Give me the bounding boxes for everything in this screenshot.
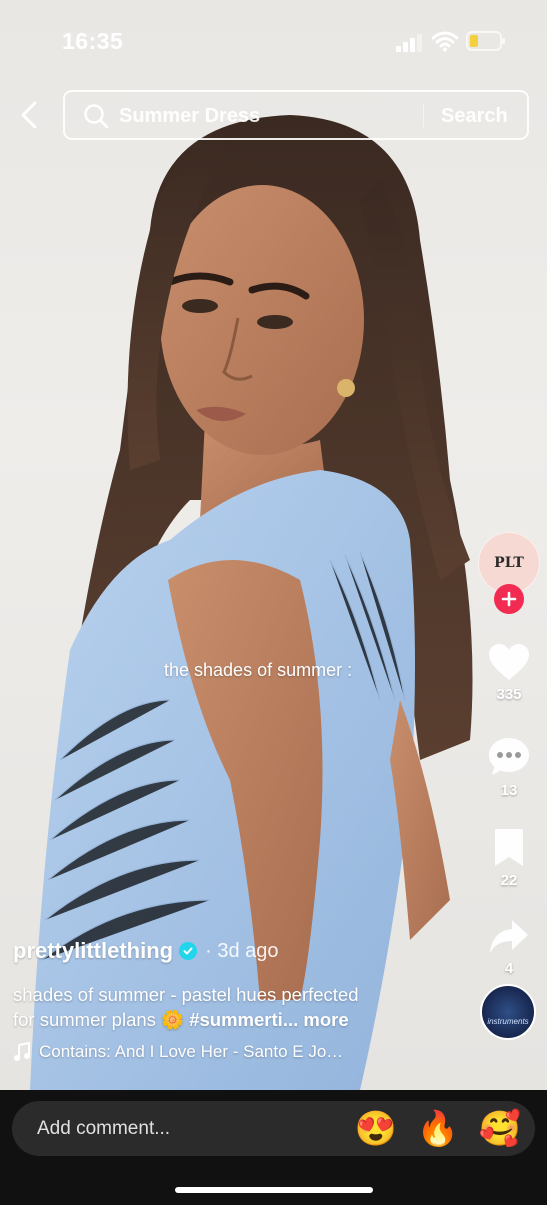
caption-line-1: shades of summer - pastel hues perfected [13,984,359,1005]
like-count: 335 [496,686,522,703]
music-disc[interactable]: instruments [480,984,536,1040]
hashtag-link[interactable]: #summerti [189,1009,283,1030]
comment-button[interactable]: 13 [484,736,534,799]
video-caption: prettylittlething · 3d ago shades of sum… [13,938,473,1062]
search-bar[interactable]: Summer Dress Search [63,90,529,140]
share-button[interactable]: 4 [484,918,534,977]
search-button[interactable]: Search [441,105,508,128]
heart-icon [489,644,529,680]
share-arrow-icon [490,920,528,953]
brand-logo: PLT [494,555,524,571]
wifi-icon [432,31,458,52]
search-query[interactable]: Summer Dress [119,105,260,128]
save-button[interactable]: 22 [484,828,534,889]
author-username[interactable]: prettylittlething [13,938,173,964]
follow-button[interactable] [494,584,524,614]
cellular-signal-icon [396,34,422,52]
bottom-bar: Add comment... 😍 🔥 🥰 [0,1090,547,1205]
heart-eyes-emoji-button[interactable]: 😍 [355,1109,397,1149]
more-link[interactable]: ... more [283,1009,349,1030]
like-button[interactable]: 335 [484,642,534,703]
comment-input[interactable]: Add comment... 😍 🔥 🥰 [12,1101,535,1156]
author-row: prettylittlething · 3d ago [13,938,473,964]
fire-emoji-button[interactable]: 🔥 [417,1109,459,1149]
status-bar: 16:35 [0,0,547,84]
comment-icon [489,738,529,775]
caption-text[interactable]: shades of summer - pastel hues perfected… [13,982,473,1032]
battery-icon [466,31,505,51]
save-count: 22 [500,872,518,889]
home-indicator[interactable] [175,1187,373,1193]
music-info[interactable]: Contains: And I Love Her - Santo E Jo… [13,1042,473,1062]
caption-line-2: for summer plans 🌼 #summerti... more [13,1007,473,1032]
share-count: 4 [504,960,514,977]
search-divider [423,104,424,128]
plus-icon [501,591,517,607]
video-overlay-text: the shades of summer : [164,660,353,680]
music-label: Contains: And I Love Her - Santo E Jo… [39,1042,344,1061]
clock: 16:35 [62,28,124,54]
search-icon [84,104,109,129]
comment-count: 13 [500,782,518,799]
post-time: · 3d ago [205,939,279,962]
chevron-left-icon [21,101,37,129]
creator-avatar[interactable]: PLT [478,532,540,614]
verified-badge-icon [179,942,198,960]
bookmark-icon [495,829,523,866]
video-player[interactable]: 16:35 Summer Dress Search the shades of … [0,0,547,1090]
smiling-hearts-emoji-button[interactable]: 🥰 [479,1109,521,1149]
video-frame [30,115,473,1090]
music-disc-label: instruments [487,1017,529,1026]
back-button[interactable] [12,96,46,134]
flower-emoji: 🌼 [161,1009,185,1030]
caption-line-2-text: for summer plans [13,1009,156,1030]
music-note-icon [14,1042,30,1061]
comment-placeholder: Add comment... [37,1118,171,1139]
